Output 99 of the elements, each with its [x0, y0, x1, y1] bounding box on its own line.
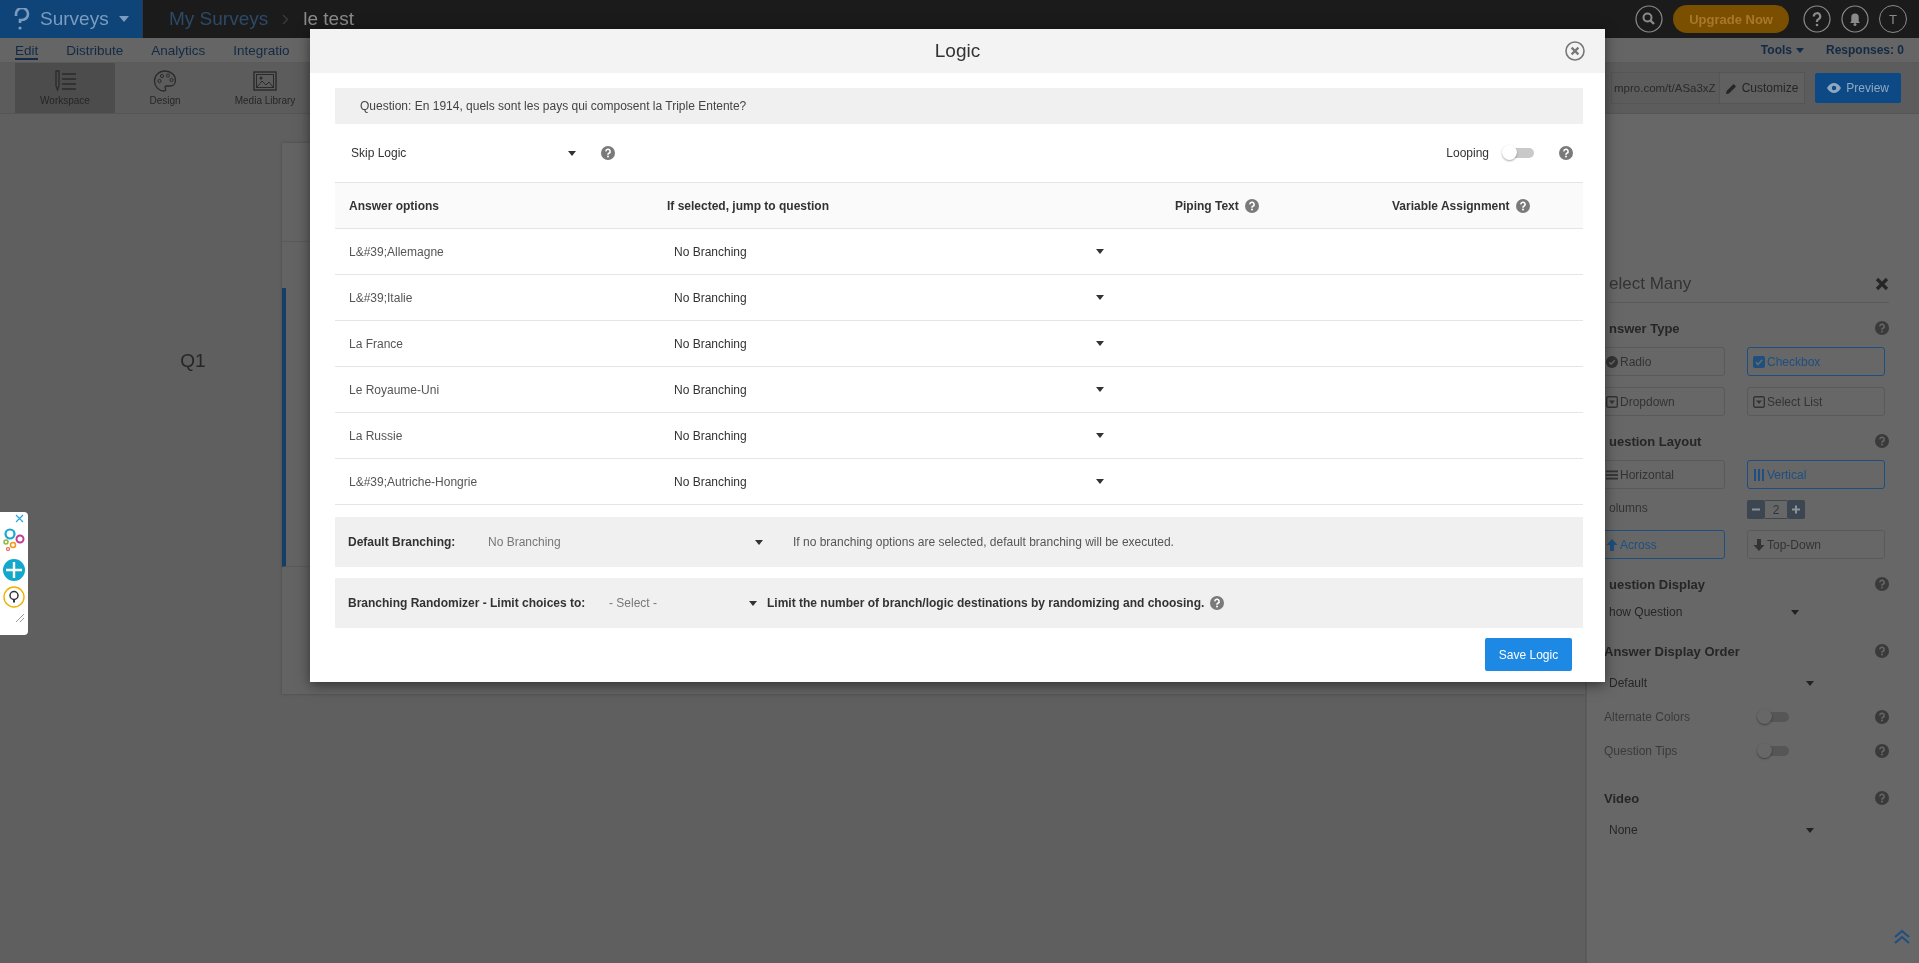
- lightbulb-icon[interactable]: [3, 586, 25, 608]
- resize-grip-icon[interactable]: [15, 613, 25, 623]
- answer-option: L&#39;Autriche-Hongrie: [349, 474, 478, 489]
- dropdown-icon: [1753, 395, 1765, 408]
- default-branching-dropdown[interactable]: No Branching: [488, 529, 763, 555]
- caret-icon: [1791, 609, 1799, 615]
- default-branching-label: Default Branching:: [348, 535, 457, 549]
- randomizer-dropdown[interactable]: - Select -: [609, 590, 757, 616]
- section-heading: Answer Display Order: [1604, 643, 1740, 659]
- jump-dropdown[interactable]: No Branching: [667, 375, 1104, 404]
- circles-logo-icon[interactable]: [3, 528, 25, 554]
- jump-dropdown[interactable]: No Branching: [667, 421, 1104, 450]
- lines-icon: [1606, 468, 1618, 481]
- caret-icon: [755, 539, 763, 545]
- question-display-dropdown[interactable]: how Question: [1609, 600, 1799, 624]
- jump-dropdown[interactable]: No Branching: [667, 237, 1104, 266]
- jump-dropdown[interactable]: No Branching: [667, 467, 1104, 496]
- breadcrumb[interactable]: My Surveys: [169, 8, 269, 30]
- caret-icon: [1096, 387, 1104, 392]
- answer-option: La Russie: [349, 428, 403, 443]
- section-heading: uestion Layout: [1609, 433, 1702, 449]
- caret-icon: [568, 150, 576, 156]
- answer-option: Le Royaume-Uni: [349, 382, 440, 397]
- video-dropdown[interactable]: None: [1609, 818, 1814, 842]
- caret-icon: [1096, 433, 1104, 438]
- looping-toggle[interactable]: [1504, 148, 1534, 158]
- double-chevron-up-icon[interactable]: [1893, 929, 1911, 945]
- eye-icon: [1827, 83, 1842, 93]
- layout-option[interactable]: Vertical: [1747, 460, 1885, 489]
- randomizer-note: Limit the number of branch/logic destinations by randomizing and choosing.: [767, 596, 1205, 610]
- breadcrumb: le test: [303, 8, 354, 30]
- dialog-title: Logic: [934, 40, 981, 62]
- caret-icon: [749, 600, 757, 606]
- chevron-right-icon: [282, 13, 290, 25]
- caret-icon: [1096, 479, 1104, 484]
- column-header: If selected, jump to question: [667, 198, 830, 213]
- nav-tab[interactable]: Distribute: [66, 40, 124, 60]
- section-heading: Video: [1604, 790, 1640, 806]
- column-header: Variable Assignment: [1392, 198, 1510, 213]
- help-icon[interactable]: [1559, 146, 1573, 160]
- responses-count[interactable]: Responses: 0: [1825, 43, 1904, 57]
- palette-icon: [153, 70, 177, 92]
- caret-icon: [1096, 295, 1104, 300]
- add-icon[interactable]: [3, 559, 25, 581]
- image-icon: [253, 70, 277, 92]
- columns-icon: [1753, 468, 1765, 481]
- toggle-switch[interactable]: [1759, 746, 1789, 756]
- arrow-up-icon: [1606, 538, 1618, 551]
- section-heading: uestion Display: [1609, 576, 1706, 592]
- column-header: Answer options: [349, 198, 439, 213]
- logo-icon: [14, 8, 30, 30]
- caret-icon: [1795, 47, 1804, 53]
- tools-menu[interactable]: Tools: [1760, 43, 1804, 57]
- minus-button[interactable]: [1747, 500, 1765, 519]
- answer-option: L&#39;Allemagne: [349, 244, 444, 259]
- caret-icon: [1806, 680, 1814, 686]
- list-edit-icon: [53, 70, 77, 92]
- answer-option: La France: [349, 336, 404, 351]
- checkbox-icon: [1753, 355, 1765, 368]
- bell-icon[interactable]: [1841, 5, 1869, 33]
- answer-type-option[interactable]: Checkbox: [1747, 347, 1885, 376]
- toggle-switch[interactable]: [1759, 712, 1789, 722]
- caret-icon: [1096, 249, 1104, 254]
- close-icon[interactable]: [1565, 41, 1585, 61]
- arrow-down-icon: [1753, 538, 1765, 551]
- column-header: Piping Text: [1175, 198, 1239, 213]
- help-icon[interactable]: [601, 146, 615, 160]
- nav-tab[interactable]: Edit: [15, 40, 39, 60]
- jump-dropdown[interactable]: No Branching: [667, 329, 1104, 358]
- jump-dropdown[interactable]: No Branching: [667, 283, 1104, 312]
- help-icon[interactable]: [1244, 198, 1259, 213]
- pencil-icon: [1725, 82, 1737, 94]
- caret-icon: [1806, 827, 1814, 833]
- customize-button[interactable]: Customize: [1718, 73, 1805, 103]
- search-icon[interactable]: [1635, 5, 1664, 33]
- plus-button[interactable]: [1787, 500, 1805, 519]
- logic-type-dropdown[interactable]: Skip Logic: [351, 141, 576, 165]
- dropdown-icon: [1606, 395, 1618, 408]
- question-number: Q1: [179, 350, 207, 372]
- nav-tab[interactable]: Integratio: [233, 40, 290, 60]
- help-icon[interactable]: [1210, 596, 1225, 610]
- nav-tab[interactable]: Analytics: [151, 40, 206, 60]
- check-circle-icon: [1606, 355, 1618, 368]
- section-heading: nswer Type: [1609, 320, 1680, 336]
- save-logic-button[interactable]: Save Logic: [1485, 638, 1572, 671]
- help-icon[interactable]: [1803, 5, 1831, 33]
- default-branching-note: If no branching options are selected, default branching will be executed.: [793, 535, 1174, 549]
- preview-button[interactable]: Preview: [1815, 73, 1901, 103]
- randomizer-label: Branching Randomizer - Limit choices to:: [348, 596, 587, 610]
- close-icon[interactable]: [15, 514, 24, 523]
- caret-icon: [1096, 341, 1104, 346]
- looping-label: Looping: [1446, 146, 1489, 160]
- question-text: Question: En 1914, quels sont les pays qui composent la Triple Entente?: [335, 88, 1583, 124]
- close-icon[interactable]: [1875, 277, 1889, 291]
- help-icon[interactable]: [1515, 198, 1530, 213]
- caret-icon: [118, 16, 129, 22]
- product-menu[interactable]: Surveys: [0, 0, 143, 38]
- answer-option: L&#39;Italie: [349, 290, 413, 305]
- display-order-dropdown[interactable]: Default: [1609, 671, 1814, 695]
